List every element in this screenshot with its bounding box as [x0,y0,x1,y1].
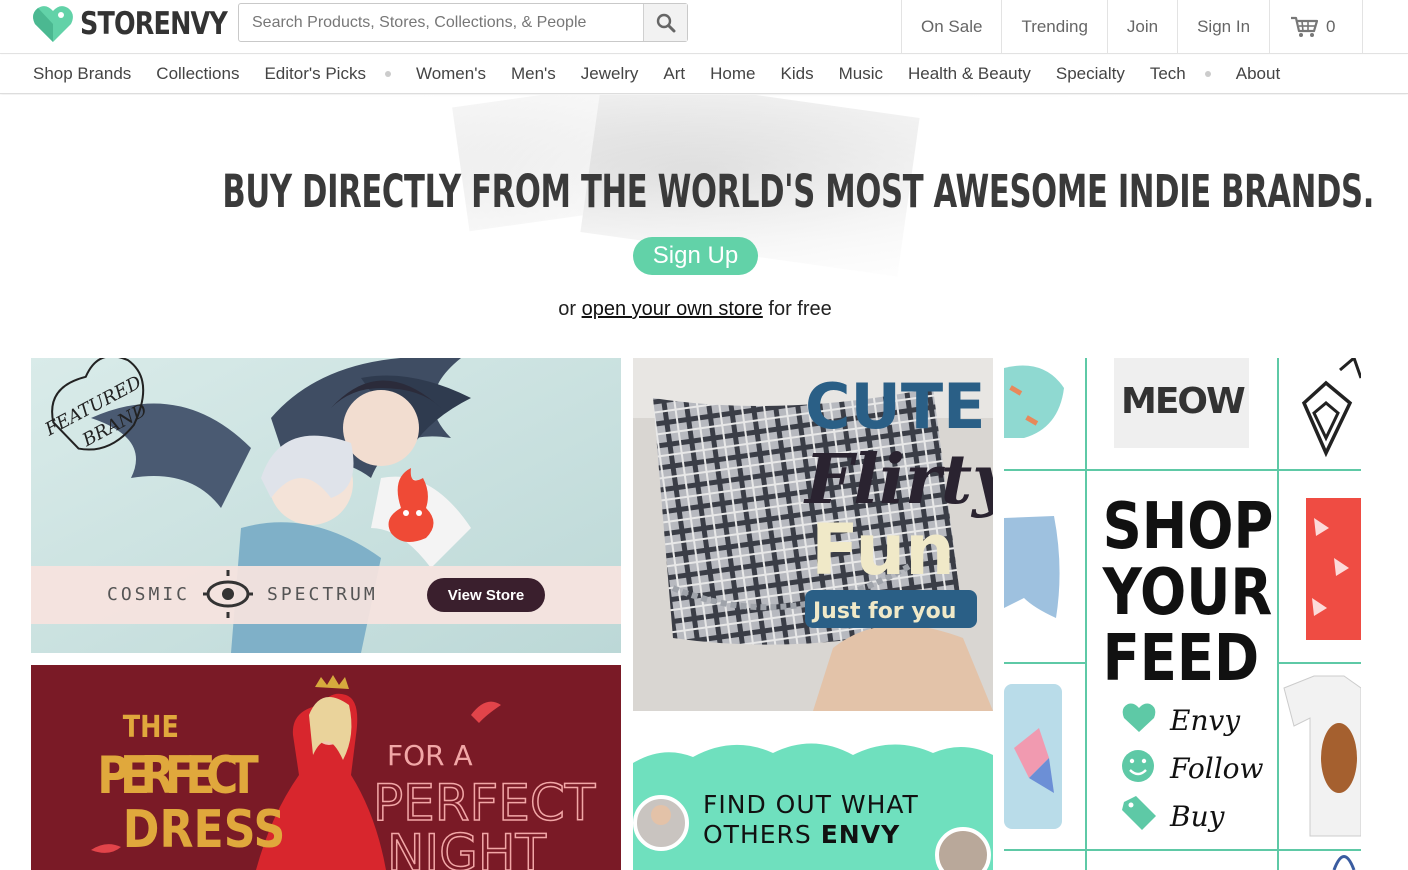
dress-line2: PERFECT [97,746,259,806]
search-icon [656,13,675,32]
feed-action-follow: Follow [1169,752,1264,785]
store-name-left: COSMIC [107,584,190,605]
meow-text: MEOW [1121,381,1245,422]
category-mens[interactable]: Men's [511,64,556,84]
envy-artwork: FIND OUT WHAT OTHERS ENVY [633,743,993,870]
cute-flirty-fun-card[interactable]: CUTE Flirty Fun Just for you [633,358,993,711]
envy-line2a: OTHERS [703,820,821,849]
category-about[interactable]: About [1236,64,1280,84]
join-link[interactable]: Join [1106,0,1177,54]
category-art[interactable]: Art [663,64,685,84]
category-nav: Shop Brands Collections Editor's Picks W… [0,55,1408,94]
storenvy-logo[interactable]: STORENVY [32,4,259,44]
cart-icon [1291,16,1319,37]
category-editors-picks[interactable]: Editor's Picks [264,64,366,84]
category-home[interactable]: Home [710,64,755,84]
sign-up-button[interactable]: Sign Up [633,237,758,275]
envy-line1: FIND OUT WHAT [703,790,919,819]
on-sale-link[interactable]: On Sale [901,0,1001,54]
dress-line4: FOR A [387,739,473,772]
find-out-envy-card[interactable]: FIND OUT WHAT OTHERS ENVY [633,715,993,870]
skirt-line2: Flirty [803,440,993,520]
trending-link[interactable]: Trending [1001,0,1106,54]
top-header: STORENVY On Sale Trending Join Sign In 0 [0,0,1408,54]
feed-title3: FEED [1103,622,1260,696]
skirt-artwork: CUTE Flirty Fun Just for you [633,358,993,711]
skirt-line3: Fun [811,509,955,591]
dress-line3: DRESS [123,800,286,860]
category-shop-brands[interactable]: Shop Brands [33,64,131,84]
feed-artwork: MEOW SHOP YOUR FEED Envy Follow Buy [1004,358,1361,870]
feed-title1: SHOP [1103,490,1274,564]
view-store-button[interactable]: View Store [427,578,545,612]
cart-button[interactable]: 0 [1269,0,1363,54]
store-name-right: SPECTRUM [267,584,378,605]
hero-headline: BUY DIRECTLY FROM THE WORLD'S MOST AWESO… [222,165,1375,218]
separator-dot [1204,71,1211,77]
search-button[interactable] [643,4,687,41]
sign-in-link[interactable]: Sign In [1177,0,1269,54]
feed-action-envy: Envy [1169,704,1241,737]
open-store-link[interactable]: open your own store [582,298,763,320]
dress-line6: NIGHT [387,824,546,870]
dress-artwork: THE PERFECT DRESS FOR A PERFECT NIGHT [31,665,621,870]
featured-brand-card[interactable]: COSMIC SPECTRUM FEATURED BRAND View Stor… [31,358,621,653]
feed-title2: YOUR [1102,556,1273,630]
category-jewelry[interactable]: Jewelry [581,64,639,84]
logo-wordmark: STORENVY [80,6,228,42]
search-input[interactable] [239,4,643,41]
svg-text:OTHERS ENVY: OTHERS ENVY [703,820,900,849]
search-bar [238,3,688,42]
separator-dot [384,71,391,77]
hero-subtext: or open your own store for free [0,298,1390,321]
category-music[interactable]: Music [839,64,883,84]
avatar [935,827,991,870]
category-kids[interactable]: Kids [781,64,814,84]
skirt-line4: Just for you [811,599,956,624]
category-specialty[interactable]: Specialty [1056,64,1125,84]
smiley-icon [1122,750,1154,782]
skirt-line1: CUTE [805,370,986,443]
category-health-beauty[interactable]: Health & Beauty [908,64,1031,84]
category-womens[interactable]: Women's [416,64,486,84]
dress-line1: THE [123,709,179,745]
category-collections[interactable]: Collections [156,64,239,84]
cart-count: 0 [1326,17,1336,36]
subtext-prefix: or [558,298,582,320]
perfect-dress-card[interactable]: THE PERFECT DRESS FOR A PERFECT NIGHT [31,665,621,870]
subtext-suffix: for free [762,298,832,320]
shop-your-feed-card[interactable]: MEOW SHOP YOUR FEED Envy Follow Buy [1004,358,1361,870]
heart-tag-logo-icon [33,6,73,42]
hero-section: BUY DIRECTLY FROM THE WORLD'S MOST AWESO… [0,95,1408,350]
top-nav: On Sale Trending Join Sign In 0 [901,0,1363,54]
envy-line2b: ENVY [821,820,900,849]
category-tech[interactable]: Tech [1150,64,1186,84]
feed-action-buy: Buy [1169,800,1226,833]
